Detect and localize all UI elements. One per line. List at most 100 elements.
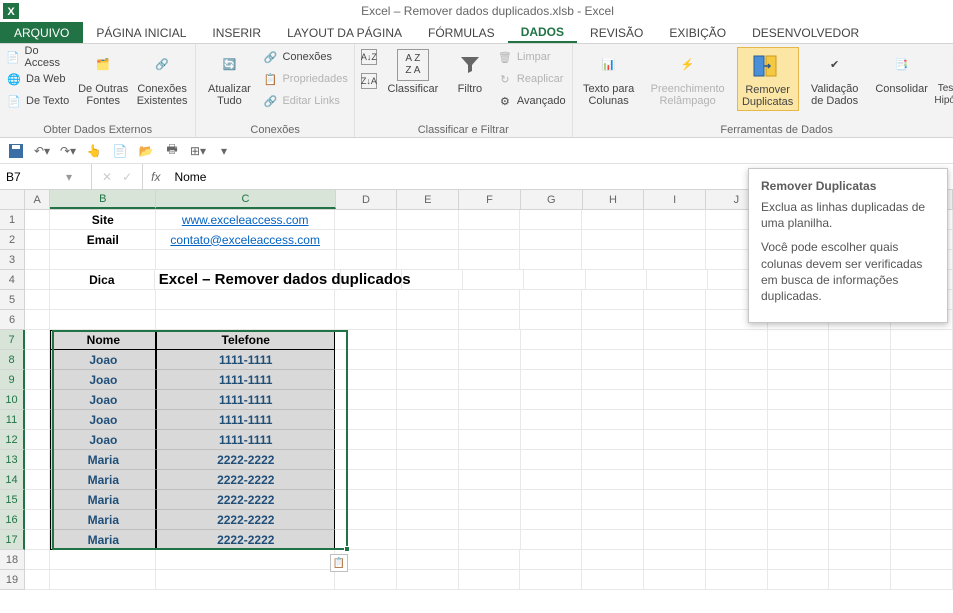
cell-M14[interactable] — [891, 470, 953, 490]
row-15[interactable]: 15 — [0, 490, 25, 510]
cell-E6[interactable] — [397, 310, 459, 330]
cell-B17[interactable]: Maria — [50, 530, 156, 550]
name-box-input[interactable] — [6, 170, 66, 184]
cell-B8[interactable]: Joao — [50, 350, 156, 370]
row-14[interactable]: 14 — [0, 470, 25, 490]
cell-G6[interactable] — [520, 310, 582, 330]
cell-D3[interactable] — [335, 250, 397, 270]
cell-H13[interactable] — [582, 450, 644, 470]
cell-M8[interactable] — [891, 350, 953, 370]
cell-K11[interactable] — [768, 410, 830, 430]
cell-M15[interactable] — [891, 490, 953, 510]
cell-A11[interactable] — [25, 410, 50, 430]
cell-D17[interactable] — [335, 530, 397, 550]
cell-I11[interactable] — [644, 410, 706, 430]
cell-D10[interactable] — [335, 390, 397, 410]
col-G[interactable]: G — [521, 190, 583, 209]
cell-E17[interactable] — [397, 530, 459, 550]
cell-E5[interactable] — [397, 290, 459, 310]
cell-K9[interactable] — [768, 370, 830, 390]
cell-M9[interactable] — [891, 370, 953, 390]
cell-I2[interactable] — [644, 230, 706, 250]
cell-A5[interactable] — [25, 290, 50, 310]
cell-L13[interactable] — [829, 450, 891, 470]
cell-I1[interactable] — [644, 210, 706, 230]
whatif-button[interactable]: ❓ Teste de Hipóteses — [939, 47, 953, 109]
cell-F16[interactable] — [459, 510, 521, 530]
cell-C16[interactable]: 2222-2222 — [156, 510, 335, 530]
cell-B15[interactable]: Maria — [50, 490, 156, 510]
clear-filter-button[interactable]: 🗑Limpar — [497, 47, 566, 67]
cell-H17[interactable] — [582, 530, 644, 550]
cell-F2[interactable] — [459, 230, 521, 250]
cell-J11[interactable] — [706, 410, 768, 430]
cell-M12[interactable] — [891, 430, 953, 450]
cell-B3[interactable] — [50, 250, 156, 270]
cell-L11[interactable] — [829, 410, 891, 430]
cell-H16[interactable] — [582, 510, 644, 530]
cell-D11[interactable] — [335, 410, 397, 430]
cell-D15[interactable] — [335, 490, 397, 510]
cell-G13[interactable] — [521, 450, 583, 470]
row-9[interactable]: 9 — [0, 370, 25, 390]
sort-za-button[interactable]: Z↓A — [361, 71, 377, 91]
cell-L8[interactable] — [829, 350, 891, 370]
cell-E7[interactable] — [397, 330, 459, 350]
tab-developer[interactable]: DESENVOLVEDOR — [739, 22, 872, 43]
cell-B14[interactable]: Maria — [50, 470, 156, 490]
cell-J15[interactable] — [706, 490, 768, 510]
cell-J12[interactable] — [706, 430, 768, 450]
flash-fill-button[interactable]: ⚡ Preenchimento Relâmpago — [645, 47, 731, 109]
cell-E9[interactable] — [397, 370, 459, 390]
col-C[interactable]: C — [156, 190, 335, 209]
cell-K12[interactable] — [768, 430, 830, 450]
cell-B16[interactable]: Maria — [50, 510, 156, 530]
cell-B7[interactable]: Nome — [50, 330, 156, 350]
cell-A9[interactable] — [25, 370, 50, 390]
row-6[interactable]: 6 — [0, 310, 25, 330]
cell-H8[interactable] — [582, 350, 644, 370]
name-box[interactable]: ▾ — [0, 164, 92, 189]
row-11[interactable]: 11 — [0, 410, 25, 430]
cell-D9[interactable] — [335, 370, 397, 390]
cell-F12[interactable] — [459, 430, 521, 450]
cell-J9[interactable] — [706, 370, 768, 390]
cell-I7[interactable] — [644, 330, 706, 350]
cell-E18[interactable] — [397, 550, 459, 570]
cell-J10[interactable] — [706, 390, 768, 410]
cell-C11[interactable]: 1111-1111 — [156, 410, 335, 430]
row-8[interactable]: 8 — [0, 350, 25, 370]
tab-file[interactable]: ARQUIVO — [0, 22, 83, 43]
row-16[interactable]: 16 — [0, 510, 25, 530]
cell-C12[interactable]: 1111-1111 — [156, 430, 335, 450]
cell-G1[interactable] — [520, 210, 582, 230]
from-text-button[interactable]: 📄De Texto — [6, 91, 72, 111]
cell-A19[interactable] — [25, 570, 50, 590]
qat-new-button[interactable]: 📄 — [112, 143, 128, 159]
tab-insert[interactable]: INSERIR — [199, 22, 274, 43]
cell-D16[interactable] — [335, 510, 397, 530]
existing-connections-button[interactable]: 🔗 Conexões Existentes — [135, 47, 190, 109]
row-13[interactable]: 13 — [0, 450, 25, 470]
cell-F10[interactable] — [459, 390, 521, 410]
cell-H14[interactable] — [582, 470, 644, 490]
cell-L17[interactable] — [829, 530, 891, 550]
cell-E19[interactable] — [397, 570, 459, 590]
cell-J13[interactable] — [706, 450, 768, 470]
qat-borders-button[interactable]: ⊞▾ — [190, 143, 206, 159]
cell-F1[interactable] — [459, 210, 521, 230]
cell-E8[interactable] — [397, 350, 459, 370]
cell-J17[interactable] — [706, 530, 768, 550]
cell-G17[interactable] — [521, 530, 583, 550]
cell-L18[interactable] — [829, 550, 891, 570]
cell-C14[interactable]: 2222-2222 — [156, 470, 335, 490]
qat-more-button[interactable]: ▾ — [216, 143, 232, 159]
cell-B9[interactable]: Joao — [50, 370, 156, 390]
cell-A7[interactable] — [25, 330, 50, 350]
cell-H5[interactable] — [582, 290, 644, 310]
row-17[interactable]: 17 — [0, 530, 25, 550]
cell-I17[interactable] — [644, 530, 706, 550]
cell-G7[interactable] — [521, 330, 583, 350]
sort-az-button[interactable]: A↓Z — [361, 47, 377, 67]
cell-I6[interactable] — [644, 310, 706, 330]
